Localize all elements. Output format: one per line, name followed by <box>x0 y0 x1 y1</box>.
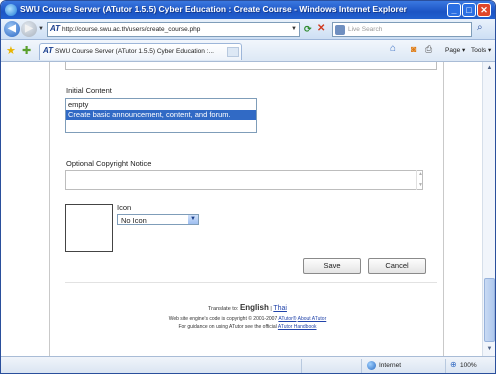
window-title: SWU Course Server (ATutor 1.5.5) Cyber E… <box>20 4 407 14</box>
listbox-option-empty[interactable]: empty <box>66 100 256 110</box>
save-button[interactable]: Save <box>303 258 361 274</box>
initial-content-label: Initial Content <box>66 86 112 95</box>
copyright-textarea[interactable] <box>65 170 423 190</box>
guidance-line: For guidance on using ATutor see the off… <box>50 324 445 330</box>
zoom-level[interactable]: 100% <box>460 362 477 369</box>
guidance-text: For guidance on using ATutor see the off… <box>178 324 277 330</box>
new-tab-button[interactable] <box>227 47 239 57</box>
status-divider <box>301 359 302 373</box>
scroll-down-icon[interactable]: ▼ <box>484 344 495 355</box>
refresh-icon[interactable]: ⟳ <box>304 24 312 35</box>
security-zone[interactable]: Internet <box>379 362 401 369</box>
current-language: English <box>239 303 269 312</box>
stop-icon[interactable]: ✕ <box>317 23 325 34</box>
ie-app-icon <box>5 4 17 16</box>
translate-line: Translate to: English | Thai <box>50 303 445 312</box>
page-menu[interactable]: Page ▾ <box>445 46 465 54</box>
copyright-text: Web site engine's code is copyright © 20… <box>168 316 278 322</box>
globe-icon <box>367 361 376 370</box>
textarea-scrollbar[interactable]: ▲ ▼ <box>416 170 423 190</box>
search-input[interactable]: Live Search <box>332 22 472 37</box>
tab-create-course[interactable]: AT SWU Course Server (ATutor 1.5.5) Cybe… <box>39 43 242 60</box>
tab-label: SWU Course Server (ATutor 1.5.5) Cyber E… <box>55 48 214 55</box>
address-url[interactable]: http://course.swu.ac.th/users/create_cou… <box>62 26 200 33</box>
scroll-up-icon[interactable]: ▲ <box>418 171 423 177</box>
scroll-up-icon[interactable]: ▲ <box>484 63 495 74</box>
scrollbar-thumb[interactable] <box>484 278 495 342</box>
address-field[interactable]: AT http://course.swu.ac.th/users/create_… <box>47 22 300 37</box>
tools-menu[interactable]: Tools ▾ <box>471 46 491 54</box>
favorites-star-icon[interactable]: ★ <box>6 44 16 57</box>
chevron-down-icon[interactable]: ▼ <box>188 215 198 224</box>
page-viewport: Initial Content empty Create basic annou… <box>1 62 482 356</box>
copyright-line: Web site engine's code is copyright © 20… <box>50 316 445 322</box>
title-bar: SWU Course Server (ATutor 1.5.5) Cyber E… <box>1 1 495 19</box>
icon-select[interactable]: No Icon ▼ <box>117 214 199 225</box>
about-atutor-link[interactable]: About ATutor <box>298 316 327 322</box>
back-button[interactable]: ◀ <box>4 21 20 37</box>
search-icon[interactable]: ⌕ <box>477 22 483 33</box>
divider <box>65 282 437 283</box>
previous-field-bottom[interactable] <box>65 62 437 70</box>
maximize-button[interactable]: □ <box>462 3 476 17</box>
tab-bar: ★ ✚ AT SWU Course Server (ATutor 1.5.5) … <box>1 40 495 62</box>
address-toolbar: ◀ ▶ ▼ AT http://course.swu.ac.th/users/c… <box>1 19 495 40</box>
minimize-button[interactable]: _ <box>447 3 461 17</box>
language-separator: | <box>270 306 272 312</box>
print-icon[interactable]: ⎙ <box>425 44 432 55</box>
forward-button[interactable]: ▶ <box>21 21 37 37</box>
live-search-icon <box>335 25 345 35</box>
status-divider <box>445 359 446 373</box>
cancel-button[interactable]: Cancel <box>368 258 426 274</box>
page-content: Initial Content empty Create basic annou… <box>49 62 444 356</box>
zoom-icon[interactable]: ⊕ <box>450 360 457 369</box>
scroll-down-icon[interactable]: ▼ <box>418 182 423 188</box>
atutor-link[interactable]: ATutor® <box>278 316 296 322</box>
close-button[interactable]: ✕ <box>477 3 491 17</box>
add-favorites-icon[interactable]: ✚ <box>22 44 31 57</box>
status-bar: Internet ⊕ 100% <box>1 356 495 373</box>
feeds-icon[interactable]: ◙ <box>411 44 416 54</box>
page-scrollbar[interactable]: ▲ ▼ <box>482 62 495 356</box>
initial-content-listbox[interactable]: empty Create basic announcement, content… <box>65 98 257 133</box>
atutor-favicon: AT <box>50 24 61 33</box>
chevron-down-icon[interactable]: ▼ <box>291 26 297 32</box>
icon-select-value: No Icon <box>121 216 147 225</box>
icon-label: Icon <box>117 203 132 212</box>
handbook-link[interactable]: ATutor Handbook <box>278 324 317 330</box>
copyright-label: Optional Copyright Notice <box>66 159 152 168</box>
atutor-favicon: AT <box>43 46 54 55</box>
translate-prefix: Translate to: <box>208 306 239 312</box>
listbox-option-basic[interactable]: Create basic announcement, content, and … <box>66 110 256 120</box>
home-icon[interactable]: ⌂ <box>390 43 396 54</box>
search-placeholder: Live Search <box>348 26 383 33</box>
browser-window: SWU Course Server (ATutor 1.5.5) Cyber E… <box>0 0 496 374</box>
course-icon-preview <box>65 204 113 252</box>
history-dropdown-icon[interactable]: ▼ <box>38 26 44 32</box>
thai-language-link[interactable]: Thai <box>273 305 287 312</box>
status-divider <box>361 359 362 373</box>
